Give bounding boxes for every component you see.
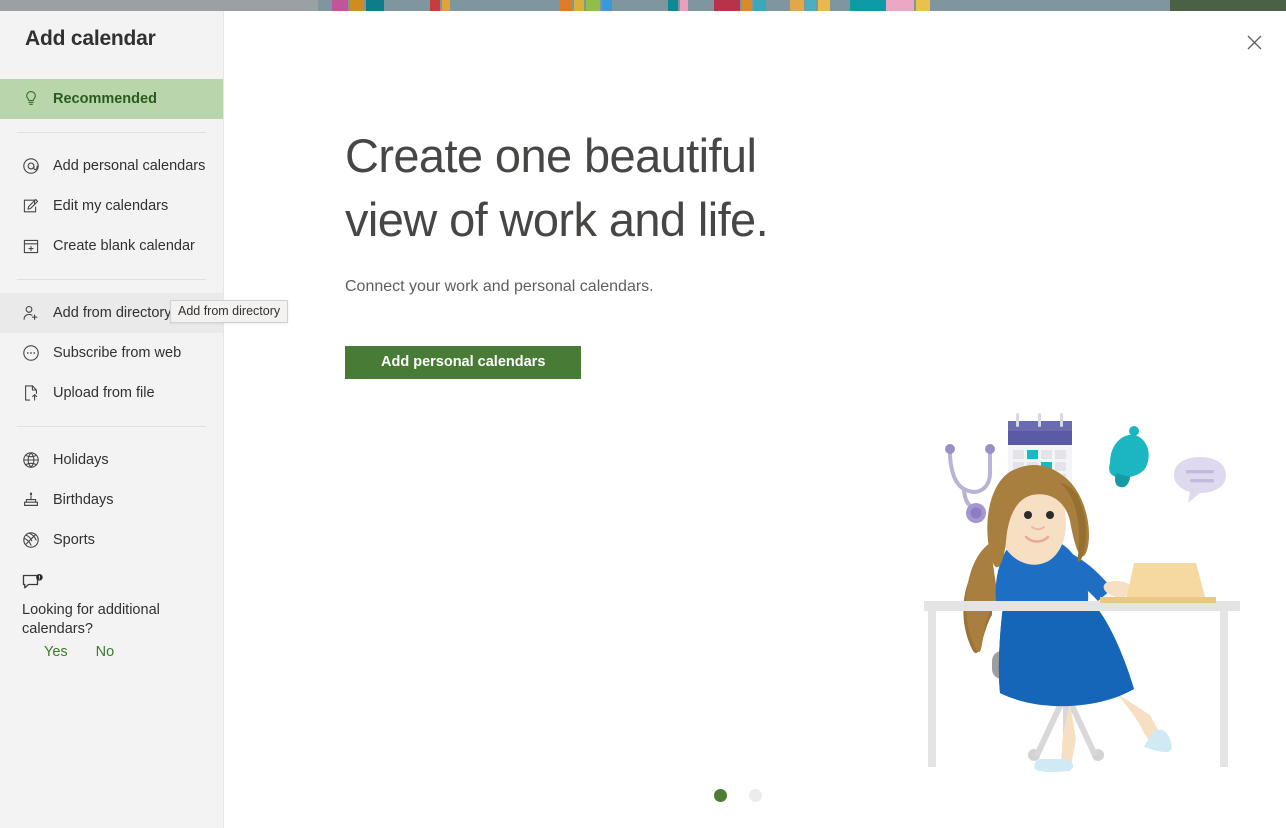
sidebar-divider xyxy=(17,279,206,280)
background-shape xyxy=(350,0,364,11)
sidebar-item-label: Add from directory xyxy=(53,305,172,321)
sidebar-item-create-blank-calendar[interactable]: Create blank calendar xyxy=(0,226,223,266)
bell-icon xyxy=(1109,426,1149,488)
background-shape xyxy=(332,0,348,11)
sidebar-divider xyxy=(17,132,206,133)
carousel-dot[interactable] xyxy=(749,789,762,802)
dialog-sidebar: Add calendar Recommended Add personal cal… xyxy=(0,11,289,828)
at-sign-icon xyxy=(22,157,44,175)
subscribe-icon xyxy=(22,344,44,362)
sidebar-item-label: Create blank calendar xyxy=(53,238,195,254)
background-shape xyxy=(806,0,816,11)
lightbulb-icon xyxy=(22,90,44,108)
close-icon xyxy=(1247,35,1262,55)
background-shape xyxy=(886,0,914,11)
background-strip-right xyxy=(1170,0,1286,11)
globe-icon xyxy=(22,451,44,469)
background-shape xyxy=(430,0,440,11)
calendar-plus-icon xyxy=(22,237,44,255)
feedback-yes-link[interactable]: Yes xyxy=(44,644,68,660)
sports-ball-icon xyxy=(22,531,44,549)
background-shape xyxy=(742,0,752,11)
background-shape xyxy=(818,0,830,11)
sidebar-item-label: Add personal calendars xyxy=(53,158,206,174)
hero-title: Create one beautiful view of work and li… xyxy=(345,124,985,252)
tooltip: Add from directory xyxy=(170,300,289,323)
background-shape xyxy=(560,0,572,11)
sidebar-item-label: Holidays xyxy=(53,452,109,468)
background-shape xyxy=(714,0,740,11)
add-personal-calendars-button[interactable]: Add personal calendars xyxy=(345,346,582,379)
sidebar-divider xyxy=(17,426,206,427)
dialog-main: Create one beautiful view of work and li… xyxy=(224,11,1286,828)
sidebar-item-label: Subscribe from web xyxy=(53,345,182,361)
sidebar-item-birthdays[interactable]: Birthdays xyxy=(0,480,223,520)
background-shape xyxy=(790,0,804,11)
background-shape xyxy=(602,0,612,11)
carousel-dot[interactable] xyxy=(714,789,727,802)
sidebar-item-add-personal-calendars[interactable]: Add personal calendars xyxy=(0,146,223,186)
hero-subtitle: Connect your work and personal calendars… xyxy=(345,278,654,295)
sidebar-item-holidays[interactable]: Holidays xyxy=(0,440,223,480)
sidebar-item-label: Recommended xyxy=(53,91,157,107)
carousel-pagination xyxy=(714,789,762,802)
add-calendar-dialog: Add calendar Recommended Add personal cal… xyxy=(0,11,1286,828)
sidebar-item-label: Sports xyxy=(53,532,95,548)
background-shape xyxy=(442,0,450,11)
sidebar-item-upload-from-file[interactable]: Upload from file xyxy=(0,373,223,413)
sidebar-item-label: Birthdays xyxy=(53,492,114,508)
sidebar-item-recommended[interactable]: Recommended xyxy=(0,79,223,119)
close-button[interactable] xyxy=(1236,27,1272,63)
feedback-actions: Yes No xyxy=(22,644,223,660)
background-shape xyxy=(754,0,766,11)
stethoscope-icon xyxy=(945,444,995,523)
sidebar-item-edit-my-calendars[interactable]: Edit my calendars xyxy=(0,186,223,226)
background-strip-left xyxy=(0,0,318,11)
background-shape xyxy=(916,0,930,11)
sidebar-item-sports[interactable]: Sports xyxy=(0,520,223,560)
feedback-no-link[interactable]: No xyxy=(96,644,115,660)
background-strip xyxy=(0,0,1286,11)
file-upload-icon xyxy=(22,384,44,402)
background-shape xyxy=(680,0,688,11)
sidebar-item-subscribe-from-web[interactable]: Subscribe from web xyxy=(0,333,223,373)
feedback-section: Looking for additional calendars? Yes No xyxy=(0,560,223,660)
sidebar-item-label: Edit my calendars xyxy=(53,198,169,214)
sidebar-item-label: Upload from file xyxy=(53,385,155,401)
woman-at-desk-with-laptop-illustration xyxy=(920,403,1260,803)
background-shape xyxy=(850,0,886,11)
speech-bubble-icon xyxy=(1174,457,1226,503)
add-calendar-dialog-screen: Add calendar Recommended Add personal cal… xyxy=(0,0,1286,828)
page-title: Add calendar xyxy=(25,27,156,50)
feedback-prompt: Looking for additional calendars? xyxy=(22,602,160,637)
background-shape xyxy=(366,0,384,11)
hero-title-line-1: Create one beautiful xyxy=(345,129,757,182)
person-add-icon xyxy=(22,304,44,322)
birthday-cake-icon xyxy=(22,491,44,509)
hero-title-line-2: view of work and life. xyxy=(345,193,769,246)
feedback-bubble-icon xyxy=(22,574,223,598)
background-shape xyxy=(574,0,584,11)
background-shape xyxy=(586,0,600,11)
hero-section: Create one beautiful view of work and li… xyxy=(345,124,985,379)
background-shape xyxy=(668,0,678,11)
edit-note-icon xyxy=(22,197,44,215)
